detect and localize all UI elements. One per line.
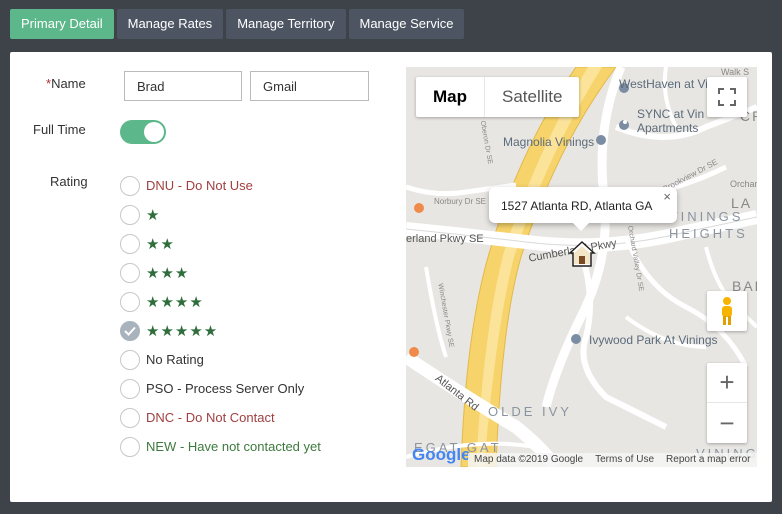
rating-option[interactable]: PSO - Process Server Only <box>120 374 321 403</box>
google-logo: Google <box>412 445 471 464</box>
rating-option-label: NEW - Have not contacted yet <box>146 439 321 454</box>
rating-option[interactable]: No Rating <box>120 345 321 374</box>
rating-option-label: DNU - Do Not Use <box>146 178 253 193</box>
map-label-vinings-heights-1: VININGS <box>669 209 744 224</box>
name-label: *Name <box>46 76 86 91</box>
name-label-text: Name <box>51 76 86 91</box>
zoom-out-button[interactable]: − <box>707 403 747 443</box>
map-attribution: Map data ©2019 Google Terms of Use Repor… <box>468 453 757 467</box>
detail-panel: *Name Full Time Rating DNU - Do Not Use ★… <box>10 52 772 502</box>
rating-radio[interactable] <box>120 204 140 225</box>
checkmark-icon <box>124 326 136 336</box>
fullscreen-icon <box>718 88 736 106</box>
map-label-olde-ivy: OLDE IVY <box>488 404 572 419</box>
rating-option[interactable]: ★★ <box>120 229 321 258</box>
first-name-input[interactable] <box>124 71 242 101</box>
rating-option[interactable]: ★★★ <box>120 258 321 287</box>
map-type-map-button[interactable]: Map <box>416 77 484 117</box>
rating-label: Rating <box>50 174 88 189</box>
info-window-address: 1527 Atlanta RD, Atlanta GA <box>501 199 653 213</box>
rating-stars: ★★★★ <box>146 293 204 311</box>
rating-option-label: DNC - Do Not Contact <box>146 410 275 425</box>
fullscreen-button[interactable] <box>707 77 747 117</box>
rating-option[interactable]: ★★★★ <box>120 287 321 316</box>
zoom-control: + − <box>707 363 747 443</box>
pegman-icon <box>722 297 732 325</box>
zoom-in-button[interactable]: + <box>707 363 747 403</box>
rating-stars: ★★ <box>146 235 175 253</box>
map-label-sync: SYNC at Vin <box>637 107 705 121</box>
rating-radio[interactable] <box>120 291 140 312</box>
report-map-error-link[interactable]: Report a map error <box>666 453 750 467</box>
rating-radio[interactable] <box>120 233 140 254</box>
tab-bar: Primary Detail Manage Rates Manage Terri… <box>10 9 465 39</box>
rating-radio[interactable] <box>120 262 140 283</box>
rating-option[interactable]: NEW - Have not contacted yet <box>120 432 321 461</box>
map-data-credit: Map data ©2019 Google <box>474 454 584 465</box>
rating-radio[interactable] <box>120 349 140 370</box>
rating-option[interactable]: ★ <box>120 200 321 229</box>
map-label-norbury: Norbury Dr SE <box>434 197 487 206</box>
rating-option[interactable]: DNC - Do Not Contact <box>120 403 321 432</box>
rating-option-label: PSO - Process Server Only <box>146 381 305 396</box>
fulltime-toggle[interactable] <box>120 120 166 144</box>
fulltime-label: Full Time <box>33 122 86 137</box>
rating-radio-checked[interactable] <box>120 320 140 341</box>
map-label-ivywood: Ivywood Park At Vinings <box>589 333 718 347</box>
location-marker-icon[interactable] <box>568 240 596 268</box>
info-window-close-button[interactable]: × <box>663 189 671 204</box>
toggle-knob <box>144 122 164 142</box>
map-label-walk: Walk S <box>721 67 750 77</box>
map-type-control: Map Satellite <box>416 77 580 117</box>
terms-of-use-link[interactable]: Terms of Use <box>595 453 654 467</box>
tab-manage-rates[interactable]: Manage Rates <box>116 9 224 39</box>
map-label-vinings-heights-2: HEIGHTS <box>669 226 748 241</box>
rating-radio-group: DNU - Do Not Use ★ ★★ ★★★ ★★★★ ★★★★★ No Rating… <box>120 171 321 461</box>
map-view[interactable]: WestHaven at Vinings Walk S SYNC at Vin … <box>406 67 757 467</box>
rating-option[interactable]: ★★★★★ <box>120 316 321 345</box>
map-label-apartments: Apartments <box>637 121 699 135</box>
rating-option-label: No Rating <box>146 352 204 367</box>
rating-radio[interactable] <box>120 436 140 457</box>
rating-radio[interactable] <box>120 407 140 428</box>
last-name-input[interactable] <box>250 71 369 101</box>
tab-manage-service[interactable]: Manage Service <box>348 9 465 39</box>
map-label-magnolia: Magnolia Vinings <box>503 135 595 149</box>
rating-stars: ★★★★★ <box>146 322 219 340</box>
tab-primary-detail[interactable]: Primary Detail <box>10 9 114 39</box>
rating-stars: ★★★ <box>146 264 190 282</box>
rating-stars: ★ <box>146 206 161 224</box>
street-view-pegman-button[interactable] <box>707 291 747 331</box>
map-type-satellite-button[interactable]: Satellite <box>484 77 579 117</box>
map-info-window: 1527 Atlanta RD, Atlanta GA × <box>489 187 677 231</box>
rating-radio[interactable] <box>120 175 140 196</box>
rating-radio[interactable] <box>120 378 140 399</box>
map-label-erland: erland Pkwy SE <box>406 233 484 245</box>
map-label-orchard: Orchard <box>730 179 757 189</box>
tab-manage-territory[interactable]: Manage Territory <box>226 9 346 39</box>
rating-option[interactable]: DNU - Do Not Use <box>120 171 321 200</box>
